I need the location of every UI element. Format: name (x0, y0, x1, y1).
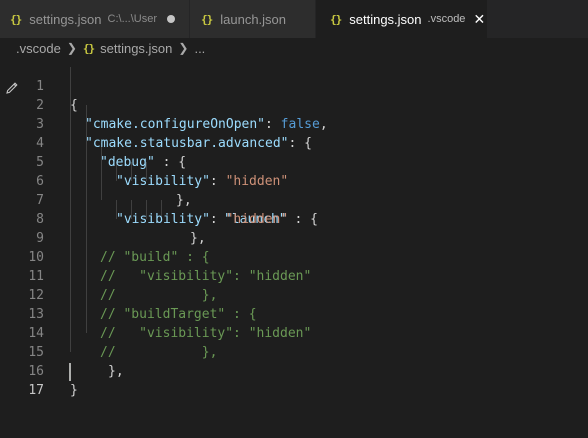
text-cursor (69, 363, 71, 381)
json-value: "hidden" (225, 212, 289, 227)
breadcrumb: .vscode ❯ {} settings.json ❯ ... (0, 38, 588, 58)
json-braces-icon: {} (10, 12, 22, 26)
code-line: 14 // }, (0, 305, 217, 360)
code-line: 8 }, (0, 191, 205, 246)
json-key: "visibility" (116, 174, 210, 189)
json-key: "cmake.configureOnOpen" (85, 117, 266, 132)
breadcrumb-file[interactable]: settings.json (100, 41, 172, 56)
code-line: 13 // "visibility": "hidden" (0, 286, 311, 341)
json-key: "visibility" (116, 212, 210, 227)
unsaved-dot-icon[interactable] (167, 15, 176, 23)
code-line: 2 "cmake.configureOnOpen": false, (0, 77, 327, 132)
json-value: false (280, 117, 320, 132)
code-editor[interactable]: 1 { 2 "cmake.configureOnOpen": false, 3 … (0, 58, 588, 422)
code-line: 16 } (0, 343, 77, 398)
tab-launch-json[interactable]: {} launch.json (190, 0, 316, 38)
comment: // "visibility": "hidden" (100, 326, 312, 341)
code-line: 11 // }, (0, 248, 217, 303)
code-line: 3 "cmake.statusbar.advanced": { (0, 96, 312, 151)
json-value: "hidden" (225, 174, 289, 189)
breadcrumb-folder[interactable]: .vscode (16, 41, 61, 56)
json-braces-icon: {} (82, 41, 95, 55)
tab-description: C:\...\User (107, 13, 158, 25)
brace: { (70, 98, 78, 113)
code-line: 12 // "buildTarget" : { (0, 267, 256, 322)
tab-settings-json-vscode[interactable]: {} settings.json .vscode ✕ (316, 0, 488, 38)
code-line: 1 { (0, 58, 78, 113)
comment: // "build" : { (100, 250, 210, 265)
json-key: "cmake.statusbar.advanced" (85, 136, 289, 151)
tab-description: .vscode (427, 13, 466, 25)
code-line-current: 17 (0, 362, 44, 398)
chevron-right-icon: ❯ (178, 41, 189, 55)
code-line: 5 "visibility": "hidden" (0, 134, 288, 189)
code-line: 15 }, (0, 324, 123, 379)
json-braces-icon: {} (201, 12, 213, 26)
tab-label: settings.json (29, 11, 102, 27)
json-key: "debug" (100, 155, 155, 170)
breadcrumb-symbols[interactable]: ... (194, 41, 205, 56)
tab-settings-json-user[interactable]: {} settings.json C:\...\User (0, 0, 190, 38)
comment: // "visibility": "hidden" (100, 269, 312, 284)
tab-label: settings.json (349, 11, 422, 27)
json-braces-icon: {} (330, 12, 342, 26)
line-number: 17 (28, 383, 44, 398)
comment: // }, (100, 288, 218, 303)
chevron-right-icon: ❯ (66, 41, 77, 55)
code-line: 4 "debug" : { (0, 115, 186, 170)
code-line: 6 }, "launch" : { (0, 153, 318, 227)
comment: // "buildTarget" : { (100, 307, 257, 322)
tab-label: launch.json (220, 11, 287, 27)
close-icon[interactable]: ✕ (473, 12, 485, 26)
code-line: 7 "visibility": "hidden" (0, 172, 288, 227)
tab-bar: {} settings.json C:\...\User {} launch.j… (0, 0, 588, 38)
comment: // }, (100, 345, 218, 360)
code-line: 10 // "visibility": "hidden" (0, 229, 311, 284)
code-line: 9 // "build" : { (0, 210, 209, 265)
